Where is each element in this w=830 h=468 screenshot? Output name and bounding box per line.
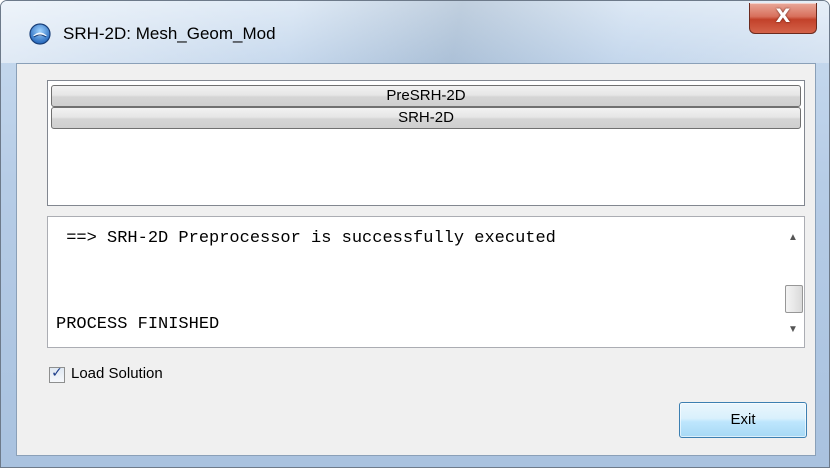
application-window: SRH-2D: Mesh_Geom_Mod X PreSRH-2D SRH-2D… xyxy=(0,0,830,468)
vertical-scrollbar[interactable]: ▲ ▼ xyxy=(782,217,804,347)
program-list: PreSRH-2D SRH-2D xyxy=(47,80,805,206)
output-line-executed: ==> SRH-2D Preprocessor is successfully … xyxy=(56,229,556,248)
close-button[interactable]: X xyxy=(749,3,817,34)
presrh-2d-button[interactable]: PreSRH-2D xyxy=(51,85,801,107)
exit-button[interactable]: Exit xyxy=(679,402,807,438)
scroll-thumb[interactable] xyxy=(785,285,803,313)
title-bar[interactable]: SRH-2D: Mesh_Geom_Mod X xyxy=(1,1,829,63)
load-solution-label: Load Solution xyxy=(71,365,163,382)
output-log[interactable]: ==> SRH-2D Preprocessor is successfully … xyxy=(47,216,805,348)
output-line-finished: PROCESS FINISHED xyxy=(56,315,220,334)
dialog-body: PreSRH-2D SRH-2D ==> SRH-2D Preprocessor… xyxy=(16,63,816,456)
checkmark-icon: ✓ xyxy=(51,365,63,381)
scroll-down-icon[interactable]: ▼ xyxy=(782,321,804,339)
close-icon: X xyxy=(775,5,791,27)
window-title: SRH-2D: Mesh_Geom_Mod xyxy=(63,24,276,43)
srh-2d-button[interactable]: SRH-2D xyxy=(51,107,801,129)
srh-app-icon xyxy=(29,23,51,45)
scroll-up-icon[interactable]: ▲ xyxy=(782,229,804,247)
load-solution-checkbox[interactable]: ✓ xyxy=(49,365,65,383)
